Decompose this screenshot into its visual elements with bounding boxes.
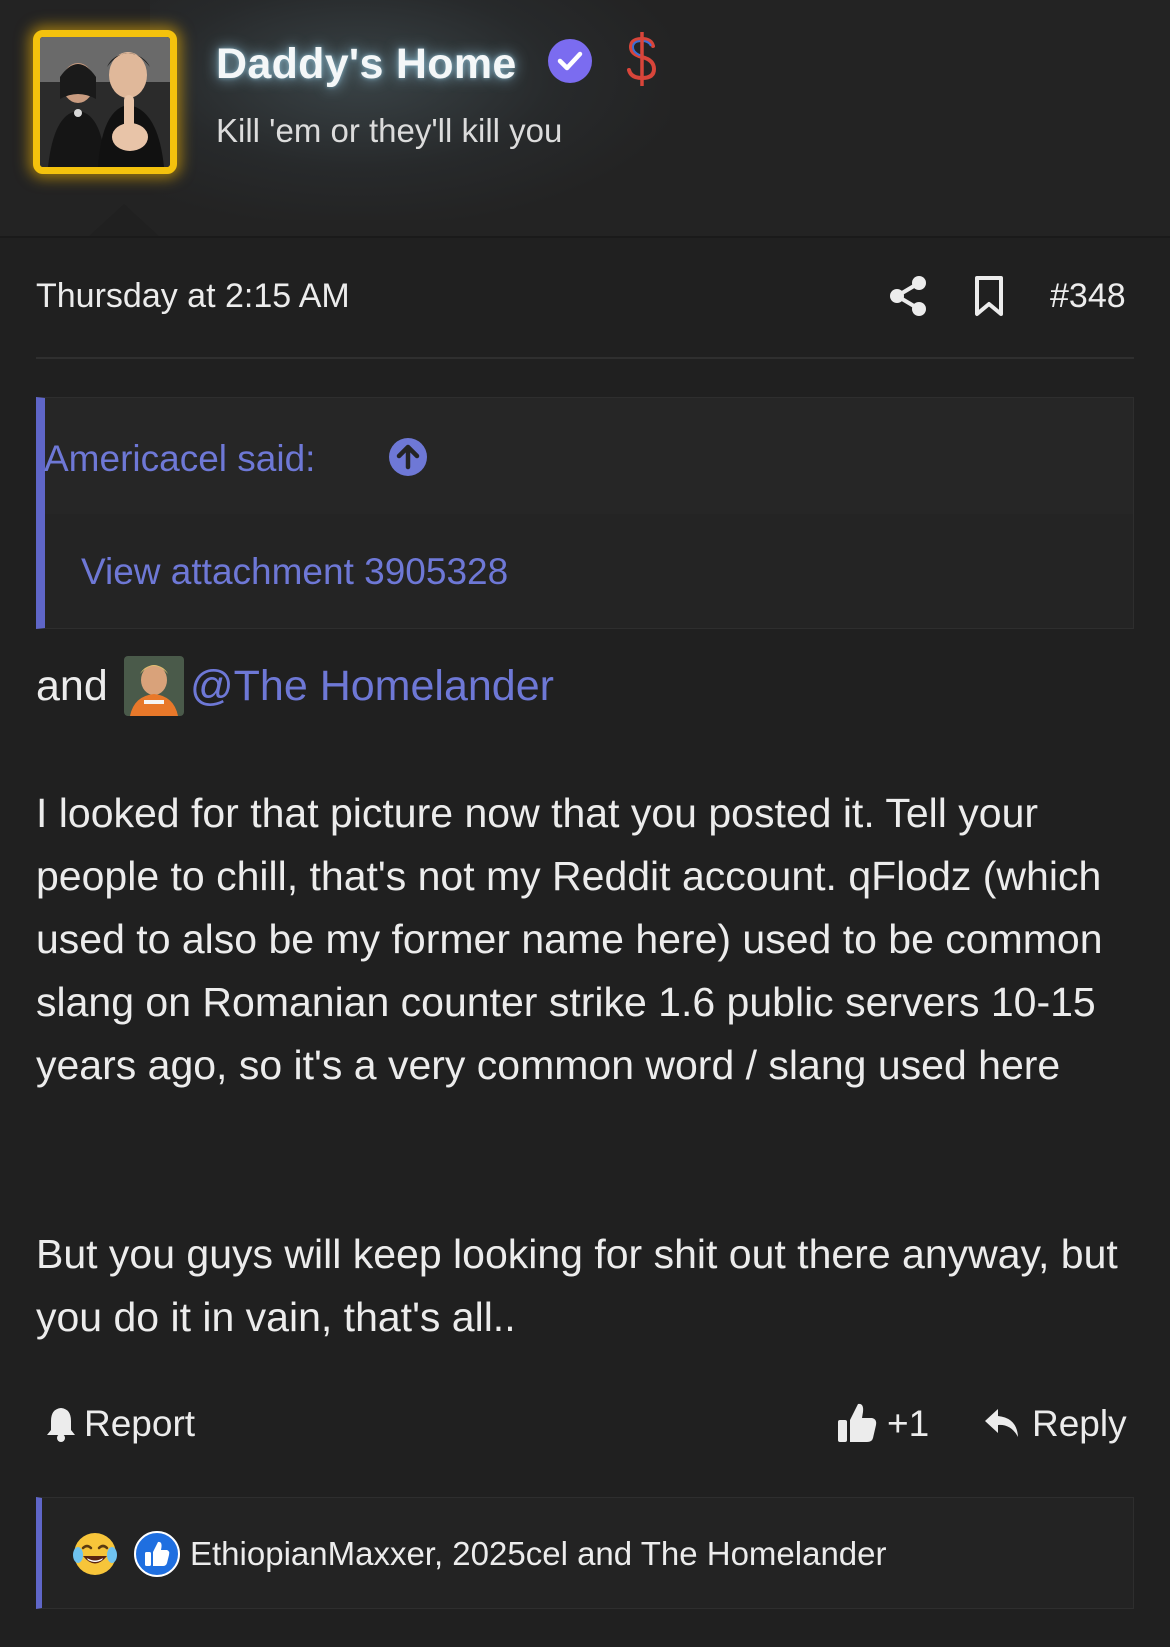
header-glow xyxy=(150,0,670,220)
thumbs-up-icon[interactable] xyxy=(836,1400,878,1444)
bell-icon[interactable] xyxy=(44,1405,78,1443)
mention-avatar-photo xyxy=(124,656,184,716)
username[interactable]: Daddy's Home xyxy=(216,40,517,89)
reply-icon[interactable] xyxy=(983,1404,1021,1442)
dollar-icon xyxy=(627,32,657,86)
share-icon[interactable] xyxy=(888,275,928,317)
post-date[interactable]: Thursday at 2:15 AM xyxy=(36,277,350,316)
bookmark-icon[interactable] xyxy=(973,275,1005,317)
header-caret xyxy=(88,204,160,236)
post-number[interactable]: #348 xyxy=(1050,277,1126,316)
user-title: Kill 'em or they'll kill you xyxy=(216,112,563,149)
report-button[interactable]: Report xyxy=(84,1403,195,1445)
quote-author-link[interactable]: Americacel said: xyxy=(44,438,315,480)
post-paragraph: But you guys will keep looking for shit … xyxy=(36,1231,1118,1340)
post-paragraph: I looked for that picture now that you p… xyxy=(36,790,1103,1088)
reply-button[interactable]: Reply xyxy=(1032,1403,1127,1445)
arrow-up-circle-icon[interactable] xyxy=(388,437,428,477)
user-mention-link[interactable]: @The Homelander xyxy=(190,662,554,711)
mention-avatar[interactable] xyxy=(124,656,184,716)
verified-badge-icon xyxy=(548,39,592,83)
attachment-link[interactable]: View attachment 3905328 xyxy=(81,551,508,593)
quote-block xyxy=(36,397,1134,629)
laughing-crying-emoji-icon[interactable] xyxy=(72,1531,118,1577)
avatar-photo xyxy=(40,37,170,167)
thumbs-up-emoji-icon[interactable] xyxy=(133,1530,181,1578)
reaction-users[interactable]: EthiopianMaxxer, 2025cel and The Homelan… xyxy=(190,1535,887,1573)
user-avatar[interactable] xyxy=(33,30,177,174)
mention-prefix: and xyxy=(36,662,108,710)
like-button[interactable]: +1 xyxy=(887,1403,929,1445)
meta-divider xyxy=(36,357,1134,359)
